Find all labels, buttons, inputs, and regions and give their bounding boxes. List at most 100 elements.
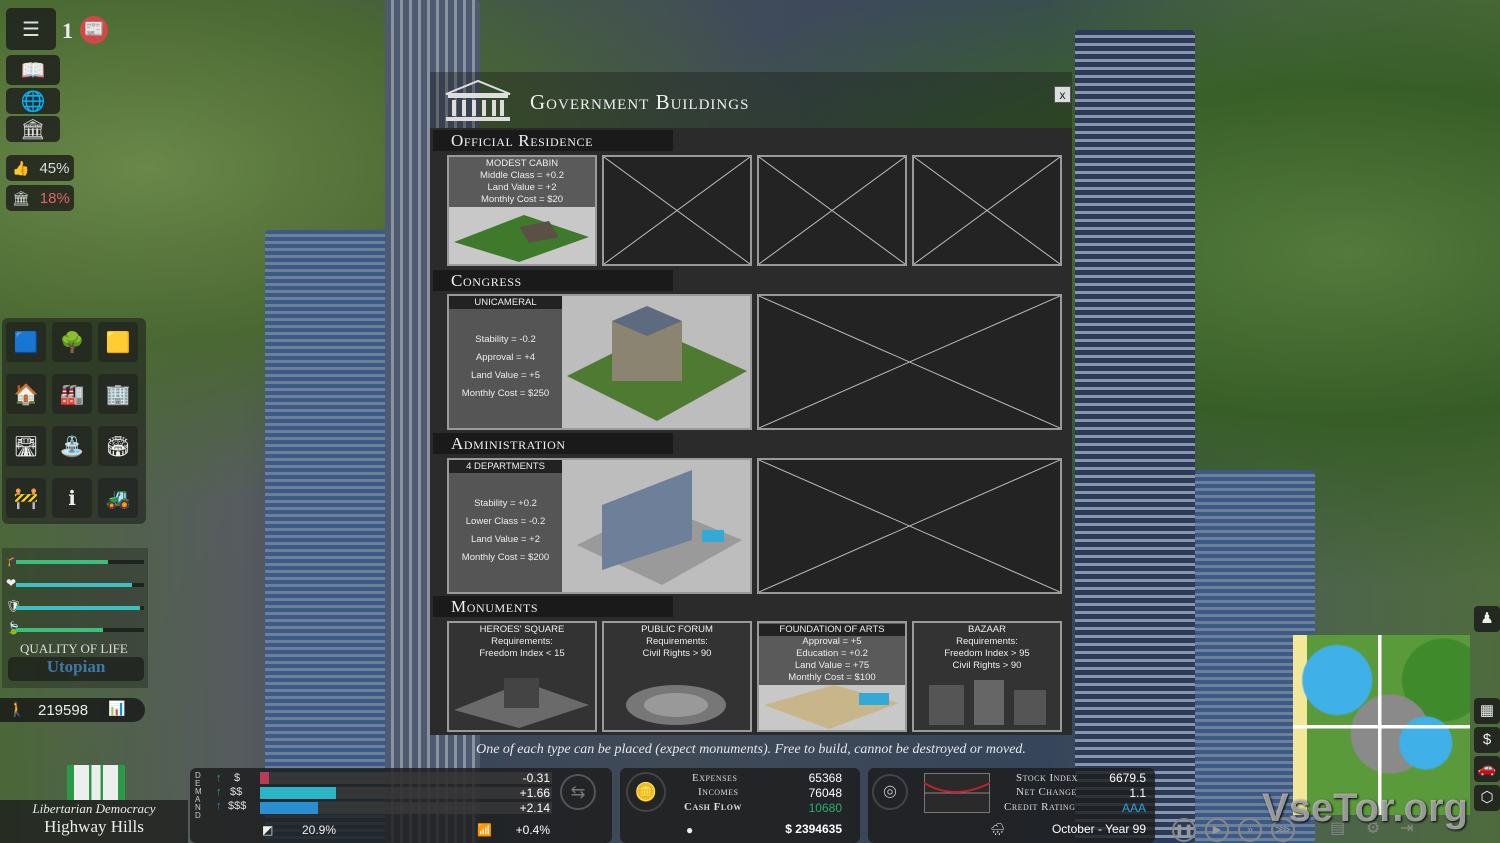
pause-button[interactable]: ❚❚ [1172, 818, 1196, 842]
population-panel[interactable]: 🚶 219598 📊 [0, 698, 145, 722]
incomes-value: 76048 [780, 786, 842, 800]
expenses-value: 65368 [780, 771, 842, 785]
residential-tool-icon[interactable]: 🏠 [6, 374, 46, 414]
dialog-title: Government Buildings [530, 90, 749, 115]
zones-view-icon[interactable]: ▦ [1474, 698, 1500, 724]
card-stat: Land Value = +5 [449, 367, 562, 385]
foundation-of-arts-image [759, 685, 905, 730]
dialog-header: Government Buildings x [430, 72, 1072, 128]
bulldozer-tool-icon[interactable]: 🚜 [98, 478, 138, 518]
section-congress: Congress [433, 270, 673, 291]
credit-rating-label: Credit Rating [1004, 801, 1075, 813]
balance-value: $ 2394635 [740, 822, 842, 836]
cashflow-value: 10680 [780, 801, 842, 815]
cabin-image [449, 207, 595, 264]
arrow-up-icon: ↑ [216, 786, 222, 798]
section-monuments: Monuments [433, 596, 673, 617]
park-tool-icon[interactable]: ⛲ [52, 426, 92, 466]
close-button[interactable]: x [1054, 86, 1071, 103]
cashflow-label: Cash Flow [684, 801, 742, 813]
demand-tier: $ [234, 772, 240, 784]
land-value-view-icon[interactable]: $ [1474, 727, 1500, 753]
demolish-tool-icon[interactable]: 🚧 [6, 478, 46, 518]
congress-image [562, 296, 750, 428]
growth-rate: +0.4% [490, 823, 550, 837]
skyscraper [1075, 30, 1195, 843]
city-name: Highway Hills [0, 817, 188, 837]
city-flag[interactable] [67, 765, 125, 800]
commercial-tool-icon[interactable]: 🏢 [98, 374, 138, 414]
health-icon: ❤ [6, 576, 16, 590]
dialog-footnote: One of each type can be placed (expect m… [430, 742, 1072, 758]
trees-tool-icon[interactable]: 🌳 [52, 322, 92, 362]
watermark: VseTor.org [1262, 786, 1468, 831]
book-icon: 📖 [21, 58, 46, 83]
building-card-4-departments[interactable]: 4 DEPARTMENTS Stability = +0.2 Lower Cla… [447, 458, 752, 594]
diplomacy-button[interactable]: 🌐 [6, 88, 60, 114]
industry-tool-icon[interactable]: 🏭 [52, 374, 92, 414]
building-card-modest-cabin[interactable]: MODEST CABIN Middle Class = +0.2 Land Va… [447, 155, 597, 266]
empty-slot [602, 155, 752, 266]
newspaper-icon[interactable]: 📰 [80, 16, 108, 44]
card-stat: Freedom Index < 15 [449, 648, 595, 660]
stability-value: 18% [40, 190, 70, 207]
card-info: UNICAMERAL Stability = -0.2 Approval = +… [449, 296, 562, 428]
play-button[interactable]: ▶ [1205, 818, 1229, 842]
building-card-unicameral[interactable]: UNICAMERAL Stability = -0.2 Approval = +… [447, 294, 752, 430]
stability-rating[interactable]: 🏛 18% [6, 185, 74, 211]
approval-value: 45% [39, 160, 69, 177]
government-button[interactable]: 🏛 [6, 116, 60, 142]
tax-icon[interactable]: ◩ [262, 823, 273, 837]
card-stat: Monthly Cost = $250 [449, 385, 562, 403]
government-type: Libertarian Democracy [0, 801, 188, 817]
services-tool-icon[interactable]: 🏟 [98, 426, 138, 466]
card-stat: Land Value = +2 [449, 531, 562, 549]
card-name: UNICAMERAL [449, 296, 562, 309]
monument-card-bazaar[interactable]: BAZAARRequirements:Freedom Index > 95Civ… [912, 621, 1062, 732]
card-stat: Monthly Cost = $200 [449, 549, 562, 567]
card-stat: Education = +0.2 [759, 648, 905, 660]
globe-gear-icon: 🌐 [21, 89, 46, 114]
info-tool-icon[interactable]: ℹ [52, 478, 92, 518]
card-stat: Approval = +4 [449, 349, 562, 367]
net-change-label: Net Change [1016, 786, 1077, 798]
3d-view-icon[interactable]: ⬡ [1474, 785, 1500, 811]
monument-card-foundation-of-arts[interactable]: FOUNDATION OF ARTSApproval = +5Education… [757, 621, 907, 732]
laws-button[interactable]: 📖 [6, 55, 60, 85]
public-forum-image [604, 670, 750, 730]
zone-tool-icon[interactable]: 🟨 [98, 322, 138, 362]
environment-bar [16, 628, 144, 632]
arrow-up-icon: ↑ [216, 800, 222, 812]
section-official-residence: Official Residence [433, 130, 673, 151]
card-stat: Requirements: [914, 636, 1060, 648]
monument-card-heroes-square[interactable]: HEROES' SQUARERequirements:Freedom Index… [447, 621, 597, 732]
road-tool-icon[interactable]: 🛣 [6, 426, 46, 466]
policies-button[interactable]: ☰ [6, 8, 56, 50]
stock-chart [924, 773, 990, 813]
demographics-icon[interactable]: 📊 [108, 700, 125, 717]
card-name: HEROES' SQUARE [449, 624, 595, 636]
monument-card-public-forum[interactable]: PUBLIC FORUMRequirements:Civil Rights > … [602, 621, 752, 732]
population-value: 219598 [38, 702, 88, 719]
approval-rating[interactable]: 👍45% [6, 155, 74, 181]
incomes-label: Incomes [698, 786, 739, 798]
government-buildings-dialog: Government Buildings x Official Residenc… [430, 72, 1072, 765]
banknote-icon: ◎ [872, 774, 908, 810]
card-stat: Monthly Cost = $20 [449, 194, 595, 206]
population-view-icon[interactable]: ♟ [1474, 606, 1500, 632]
skyscraper [265, 230, 400, 843]
trade-icon[interactable]: ⇆ [560, 774, 596, 810]
card-stat: Stability = -0.2 [449, 331, 562, 349]
finance-panel[interactable]: 🪙 Expenses 65368 Incomes 76048 Cash Flow… [620, 768, 860, 843]
city-info-panel: Libertarian Democracy Highway Hills [0, 800, 188, 843]
water-tool-icon[interactable]: 🟦 [6, 322, 46, 362]
fast-forward-button[interactable]: » [1238, 818, 1262, 842]
card-caption: PUBLIC FORUMRequirements:Civil Rights > … [604, 623, 750, 660]
credit-rating-value: AAA [1088, 801, 1146, 815]
market-panel[interactable]: ◎ Stock Index 6679.5 Net Change 1.1 Cred… [868, 768, 1155, 843]
traffic-view-icon[interactable]: 🚗 [1474, 756, 1500, 782]
education-bar [16, 560, 144, 564]
weather-icon: 🌧 [990, 822, 1005, 836]
pillar-icon: 🏛 [12, 190, 30, 207]
demand-value: -0.31 [490, 771, 550, 785]
